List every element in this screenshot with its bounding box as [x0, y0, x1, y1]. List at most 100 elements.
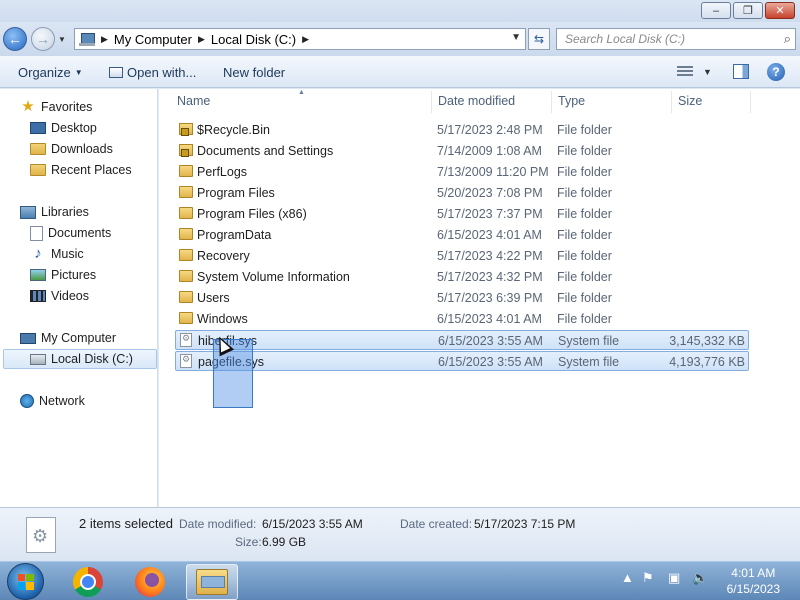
refresh-button[interactable]: ⇆: [528, 28, 550, 50]
recent-pages-dropdown[interactable]: ▼: [58, 35, 66, 44]
file-date-modified: 5/20/2023 7:08 PM: [437, 186, 543, 200]
file-name: ProgramData: [197, 228, 272, 242]
breadcrumb-separator-icon[interactable]: ▶: [101, 34, 108, 45]
libraries-icon: [20, 205, 36, 219]
nav-documents[interactable]: Documents: [30, 223, 111, 243]
organize-button[interactable]: Organize ▼: [18, 65, 83, 80]
film-strip-icon: [30, 290, 46, 302]
file-name: Recovery: [197, 249, 250, 263]
column-header-name[interactable]: Name: [159, 89, 431, 113]
open-with-button[interactable]: Open with...: [109, 65, 196, 80]
file-row[interactable]: pagefile.sys6/15/2023 3:55 AMSystem file…: [175, 351, 749, 371]
file-type: File folder: [557, 144, 612, 158]
breadcrumb-separator-icon[interactable]: ▶: [302, 34, 309, 45]
file-name: $Recycle.Bin: [197, 123, 270, 137]
nav-videos[interactable]: Videos: [30, 286, 89, 306]
search-input[interactable]: Search Local Disk (C:) ⌕: [556, 28, 796, 50]
change-view-icon[interactable]: [677, 66, 693, 78]
taskbar-firefox-button[interactable]: [124, 564, 176, 600]
action-center-flag-icon[interactable]: ⚑: [642, 570, 654, 586]
folder-icon: [179, 186, 193, 198]
file-row[interactable]: Program Files (x86) 5/17/2023 7:37 PM File…: [175, 204, 749, 224]
folder-icon: [179, 228, 193, 240]
new-folder-label: New folder: [223, 65, 286, 80]
file-name: Program Files (x86): [197, 207, 307, 221]
nav-label: Favorites: [41, 100, 93, 114]
help-icon[interactable]: ?: [767, 63, 785, 81]
maximize-button[interactable]: ❐: [733, 2, 763, 19]
organize-label: Organize: [18, 65, 71, 80]
nav-recent-places[interactable]: Recent Places: [30, 160, 132, 180]
nav-libraries[interactable]: Libraries: [20, 202, 89, 222]
nav-label: Desktop: [51, 121, 97, 135]
file-type: System file: [558, 355, 620, 369]
folder-icon: [179, 270, 193, 282]
nav-local-disk[interactable]: Local Disk (C:): [3, 349, 157, 369]
file-row[interactable]: Windows 6/15/2023 4:01 AM File folder: [175, 309, 749, 329]
file-row[interactable]: Program Files 5/20/2023 7:08 PM File folde…: [175, 183, 749, 203]
file-name: Program Files: [197, 186, 275, 200]
nav-network[interactable]: Network: [20, 391, 85, 411]
nav-downloads[interactable]: Downloads: [30, 139, 113, 159]
forward-button[interactable]: →: [31, 27, 55, 51]
minimize-button[interactable]: –: [701, 2, 731, 19]
selection-count: 2 items selected: [79, 516, 173, 531]
preview-pane-icon[interactable]: [733, 64, 749, 79]
size-value: 6.99 GB: [262, 535, 307, 549]
chrome-icon: [73, 567, 103, 597]
breadcrumb-separator-icon[interactable]: ▶: [198, 34, 205, 45]
column-header-size[interactable]: Size: [660, 89, 750, 113]
file-row[interactable]: Documents and Settings 7/14/2009 1:08 AM F…: [175, 141, 749, 161]
volume-muted-icon[interactable]: 🔈: [692, 570, 708, 586]
nav-pictures[interactable]: Pictures: [30, 265, 96, 285]
chevron-down-icon: ▼: [74, 68, 83, 77]
file-name: Users: [197, 291, 230, 305]
nav-favorites[interactable]: ★ Favorites: [20, 97, 92, 117]
start-button[interactable]: [7, 563, 44, 600]
close-button[interactable]: ✕: [765, 2, 795, 19]
locked-folder-icon: [179, 123, 193, 136]
nav-label: Documents: [48, 226, 112, 240]
breadcrumb-local-disk[interactable]: Local Disk (C:): [211, 32, 296, 47]
view-options-dropdown[interactable]: ▼: [703, 67, 712, 77]
breadcrumb-my-computer[interactable]: My Computer: [114, 32, 192, 47]
file-name: PerfLogs: [197, 165, 248, 179]
column-header-date-modified[interactable]: Date modified: [420, 89, 550, 113]
folder-icon: [179, 165, 193, 177]
show-hidden-icons-button[interactable]: ▲: [621, 570, 634, 585]
file-row[interactable]: ProgramData 6/15/2023 4:01 AM File folder: [175, 225, 749, 245]
nav-label: Recent Places: [51, 163, 132, 177]
folder-icon: [179, 207, 193, 219]
desktop-icon: [30, 122, 46, 134]
locked-folder-icon: [179, 144, 193, 157]
file-date-modified: 6/15/2023 3:55 AM: [438, 355, 543, 369]
taskbar-chrome-button[interactable]: [62, 564, 114, 600]
file-date-modified: 6/15/2023 3:55 AM: [438, 334, 543, 348]
file-date-modified: 5/17/2023 2:48 PM: [437, 123, 543, 137]
file-row[interactable]: hiberfil.sys6/15/2023 3:55 AMSystem file…: [175, 330, 749, 350]
command-bar: Organize ▼ Open with... New folder ▼ ?: [0, 56, 800, 88]
network-status-icon[interactable]: ▣: [668, 570, 680, 586]
back-button[interactable]: ←: [3, 27, 27, 51]
nav-my-computer[interactable]: My Computer: [20, 328, 116, 348]
file-row[interactable]: System Volume Information 5/17/2023 4:32 …: [175, 267, 749, 287]
system-file-icon: [26, 517, 56, 553]
search-icon[interactable]: ⌕: [784, 31, 791, 47]
file-row[interactable]: Recovery 5/17/2023 4:22 PM File folder: [175, 246, 749, 266]
new-folder-button[interactable]: New folder: [223, 65, 285, 80]
system-clock[interactable]: 4:01 AM 6/15/2023: [727, 565, 780, 597]
file-row[interactable]: Users 5/17/2023 6:39 PM File folder: [175, 288, 749, 308]
column-divider[interactable]: [750, 91, 751, 113]
file-row[interactable]: PerfLogs 7/13/2009 11:20 PM File folder: [175, 162, 749, 182]
address-history-dropdown[interactable]: ▼: [511, 32, 521, 43]
file-date-modified: 7/14/2009 1:08 AM: [437, 144, 542, 158]
column-header-type[interactable]: Type: [540, 89, 670, 113]
nav-label: Network: [39, 394, 85, 408]
file-date-modified: 5/17/2023 6:39 PM: [437, 291, 543, 305]
nav-music[interactable]: ♪ Music: [30, 244, 83, 264]
taskbar-explorer-button[interactable]: [186, 564, 238, 600]
nav-desktop[interactable]: Desktop: [30, 118, 97, 138]
address-bar[interactable]: ▶ My Computer ▶ Local Disk (C:) ▶ ▼: [74, 28, 526, 50]
file-name: Windows: [197, 312, 248, 326]
file-row[interactable]: $Recycle.Bin 5/17/2023 2:48 PM File folder: [175, 120, 749, 140]
